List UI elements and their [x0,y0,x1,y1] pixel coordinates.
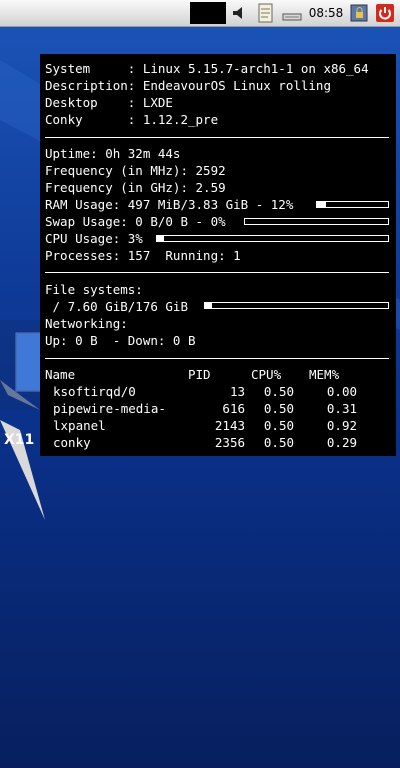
processes-row: Processes: 157 Running: 1 [45,248,241,263]
tray-window-button[interactable] [190,2,226,24]
process-cpu: 0.50 [263,401,294,416]
col-header-mem: MEM% [309,367,340,382]
col-header-pid: PID [188,367,211,382]
process-name: pipewire-media- [53,401,166,416]
root-fs-bar [204,302,389,309]
filesystems-heading: File systems: [45,282,143,297]
network-traffic-row: Up: 0 B - Down: 0 B [45,333,196,348]
cpu-usage-label: CPU Usage: 3% [45,231,143,246]
process-cpu: 0.50 [263,384,294,399]
swap-usage-bar [244,218,389,225]
description-row: Description: EndeavourOS Linux rolling [45,78,331,93]
process-cpu: 0.50 [263,435,294,450]
ram-usage-label: RAM Usage: 497 MiB/3.83 GiB - 12% [45,197,294,212]
process-pid: 13 [229,384,245,399]
keyboard-icon[interactable] [281,2,303,24]
networking-heading: Networking: [45,316,128,331]
freq-mhz-row: Frequency (in MHz): 2592 [45,163,226,178]
process-name: lxpanel [53,418,106,433]
top-panel: 08:58 [0,0,400,27]
swap-usage-label: Swap Usage: 0 B/0 B - 0% [45,214,226,229]
ram-usage-fill [317,202,326,207]
power-icon[interactable] [374,2,396,24]
process-pid: 2143 [214,418,245,433]
conky-monitor: System : Linux 5.15.7-arch1-1 on x86_64 … [40,54,396,456]
process-mem: 0.00 [326,384,357,399]
ram-usage-bar [316,201,389,208]
root-fs-label: / 7.60 GiB/176 GiB [45,299,188,314]
root-fs-fill [205,303,213,308]
divider [45,137,389,138]
process-cpu: 0.50 [263,418,294,433]
process-name: ksoftirqd/0 [53,384,136,399]
system-row: System : Linux 5.15.7-arch1-1 on x86_64 [45,61,369,76]
col-header-name: Name [45,367,76,382]
process-mem: 0.92 [326,418,357,433]
clock-label[interactable]: 08:58 [308,2,344,24]
col-header-cpu: CPU% [251,367,282,382]
volume-icon[interactable] [229,2,251,24]
uptime-row: Uptime: 0h 32m 44s [45,146,181,161]
cpu-usage-bar [156,235,389,242]
process-mem: 0.29 [326,435,357,450]
lock-screen-icon[interactable] [348,2,370,24]
process-pid: 2356 [214,435,245,450]
cpu-usage-fill [157,236,164,241]
desktop-row: Desktop : LXDE [45,95,173,110]
divider [45,358,389,359]
process-name: conky [53,435,91,450]
conky-version-row: Conky : 1.12.2_pre [45,112,219,127]
freq-ghz-row: Frequency (in GHz): 2.59 [45,180,226,195]
process-pid: 616 [222,401,245,416]
process-mem: 0.31 [326,401,357,416]
notes-icon[interactable] [255,2,275,24]
divider [45,272,389,273]
